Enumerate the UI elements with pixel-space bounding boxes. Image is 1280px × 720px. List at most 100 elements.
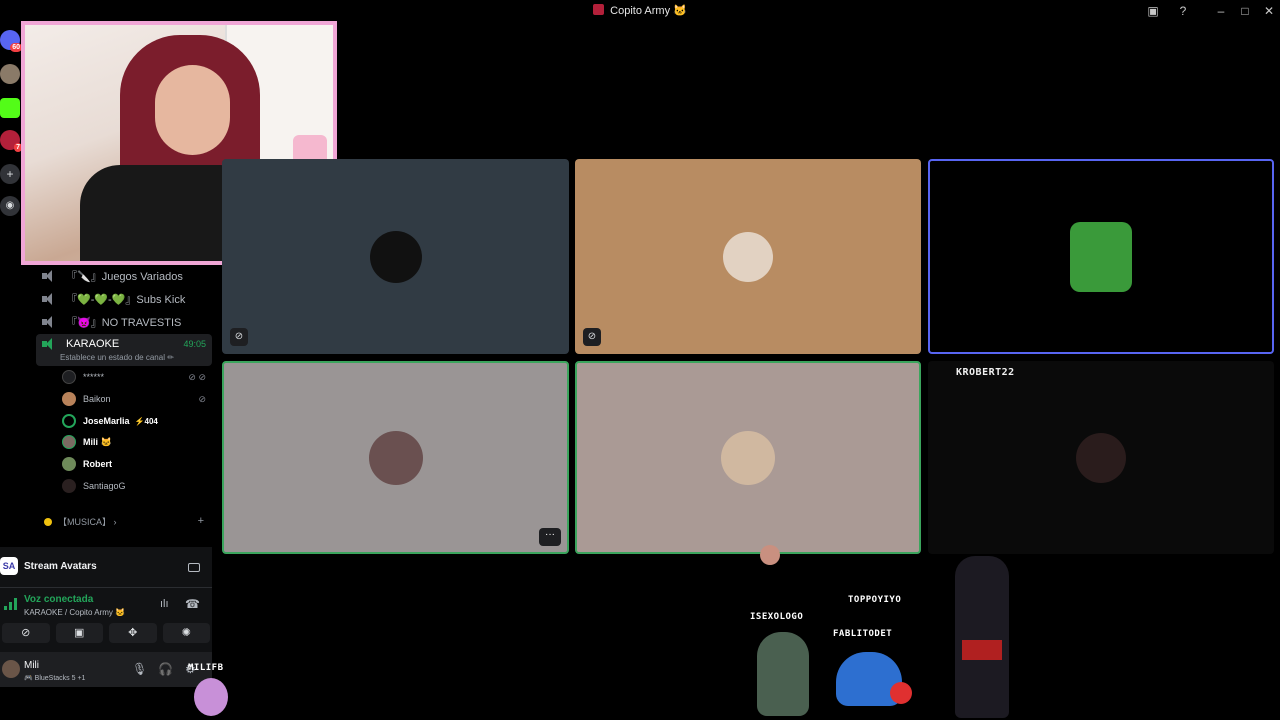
- microphone-icon[interactable]: 🎙: [132, 662, 147, 676]
- avatar: [62, 414, 76, 428]
- user-name: SantiagoG: [83, 481, 126, 491]
- disconnect-icon[interactable]: ☎: [185, 597, 200, 611]
- user-name: Robert: [83, 459, 112, 469]
- window-titlebar: Copito Army 🐱 ▣ ? – □ ✕: [0, 0, 1280, 22]
- soundboard-button[interactable]: ✺: [162, 623, 210, 643]
- explore-icon[interactable]: ◉: [0, 196, 20, 216]
- camera-off-button[interactable]: ⊘: [2, 623, 50, 643]
- voice-user[interactable]: Mili 🐱: [62, 433, 112, 451]
- channel-status[interactable]: Establece un estado de canal ✏: [60, 353, 174, 362]
- inbox-icon[interactable]: ▣: [1144, 3, 1162, 19]
- itachi-sprite: [955, 556, 1009, 718]
- share-screen-button[interactable]: ▣: [55, 623, 103, 643]
- avatar: [369, 230, 422, 283]
- user-name[interactable]: Mili: [24, 660, 39, 671]
- avatar: [62, 370, 76, 384]
- video-tile-1[interactable]: ⊘: [222, 159, 569, 354]
- server-icon-3[interactable]: 7: [0, 130, 22, 152]
- mute-icon: ⊘: [198, 394, 206, 404]
- mute-icon: ⊘: [583, 328, 601, 346]
- avatar: [62, 457, 76, 471]
- channel-label: 『👿』NO TRAVESTIS: [66, 317, 182, 329]
- voice-connected-label[interactable]: Voz conectada: [24, 594, 93, 605]
- noise-suppression-icon[interactable]: ılı: [160, 598, 169, 610]
- boost-badge: ⚡404: [134, 416, 158, 426]
- video-tile-5[interactable]: [575, 361, 921, 554]
- channel-label: 『💚-💚-💚』Subs Kick: [66, 294, 186, 306]
- more-options-button[interactable]: ···: [539, 528, 561, 546]
- window-title: Copito Army 🐱: [0, 4, 1280, 17]
- kick-username: KROBERT22: [956, 367, 1015, 378]
- avatar-name: MILIFB: [188, 663, 224, 673]
- avatar-name: TOPPOYIYO: [848, 595, 902, 605]
- kick-server-icon[interactable]: [0, 98, 20, 118]
- server-rail: 60 7 + ◉: [0, 22, 22, 222]
- user-activity: 🎮 BlueStacks 5 +1: [24, 675, 86, 682]
- discord-home-icon[interactable]: 60: [0, 30, 22, 52]
- speaker-icon: [42, 338, 56, 350]
- speaker-icon: [42, 316, 56, 328]
- category-musica[interactable]: 【MUSICA】 ›: [44, 515, 117, 528]
- speaker-icon: [42, 293, 56, 305]
- avatar: [62, 392, 76, 406]
- user-name: Baikon: [83, 394, 111, 404]
- help-icon[interactable]: ?: [1174, 3, 1192, 19]
- speaker-icon: [42, 270, 56, 282]
- voice-location[interactable]: KARAOKE / Copito Army 🐱: [24, 608, 125, 617]
- channel-timer: 49:05: [183, 339, 206, 349]
- voice-user[interactable]: SantiagoG: [62, 477, 126, 495]
- screen-share-icon[interactable]: [188, 563, 200, 572]
- voice-panel: SA Stream Avatars Voz conectada KARAOKE …: [0, 547, 212, 687]
- avatar-name: ISEXOLOGO: [750, 612, 804, 622]
- add-server-icon[interactable]: +: [0, 164, 20, 184]
- mute-icon: ⊘: [230, 328, 248, 346]
- avatar: [1076, 432, 1126, 483]
- video-tile-4[interactable]: ···: [222, 361, 569, 554]
- pixel-avatar-small: [760, 545, 780, 565]
- user-name: JoseMarlia: [83, 416, 130, 426]
- avatar: [62, 435, 76, 449]
- channel-karaoke-active[interactable]: KARAOKE 49:05 Establece un estado de can…: [36, 334, 212, 366]
- cloak-cloud: [962, 640, 1002, 660]
- headphones-icon[interactable]: 🎧: [158, 662, 173, 676]
- purple-blob-sprite: [194, 678, 228, 716]
- voice-user[interactable]: Baikon: [62, 390, 111, 408]
- voice-user[interactable]: ******: [62, 368, 104, 386]
- avatar: [721, 430, 775, 485]
- avatar: [368, 430, 423, 485]
- avatar[interactable]: [2, 660, 20, 678]
- stream-avatars-logo: SA: [0, 557, 18, 575]
- server-icon-1[interactable]: [0, 64, 20, 84]
- red-ball-sprite: [890, 682, 912, 704]
- user-name: Mili 🐱: [83, 436, 112, 447]
- maximize-button[interactable]: □: [1236, 3, 1254, 19]
- snorlax-sprite: [757, 632, 809, 716]
- channel-juegos-variados[interactable]: 『🔪』Juegos Variados: [42, 266, 212, 286]
- category-label: 【MUSICA】 ›: [58, 517, 117, 527]
- avatar-name: FABLITODET: [833, 629, 893, 639]
- avatar: [1070, 221, 1132, 292]
- video-tile-2[interactable]: ⊘: [575, 159, 921, 354]
- signal-icon: [4, 598, 18, 610]
- voice-user[interactable]: JoseMarlia ⚡404: [62, 412, 158, 430]
- category-icon: [44, 517, 52, 526]
- server-icon: [593, 4, 605, 15]
- video-tile-6[interactable]: KROBERT22: [928, 361, 1274, 554]
- minimize-button[interactable]: –: [1212, 3, 1230, 19]
- activity-label: Stream Avatars: [24, 560, 97, 572]
- avatar: [62, 479, 76, 493]
- add-channel-icon[interactable]: +: [198, 515, 204, 527]
- streamer-face: [155, 65, 230, 155]
- activities-button[interactable]: ✥: [109, 623, 157, 643]
- activity-row[interactable]: SA Stream Avatars: [0, 551, 212, 581]
- voice-action-buttons: ⊘ ▣ ✥ ✺: [0, 623, 212, 645]
- user-name: ******: [83, 372, 105, 382]
- video-tile-3[interactable]: [928, 159, 1274, 354]
- channel-subs-kick[interactable]: 『💚-💚-💚』Subs Kick: [42, 289, 212, 309]
- voice-status: Voz conectada KARAOKE / Copito Army 🐱 ıl…: [0, 587, 212, 621]
- muted-icons: ⊘ ⊘: [188, 372, 206, 382]
- channel-no-travestis[interactable]: 『👿』NO TRAVESTIS: [42, 312, 212, 332]
- channel-label: KARAOKE: [66, 338, 120, 350]
- voice-user[interactable]: Robert: [62, 455, 112, 473]
- close-button[interactable]: ✕: [1260, 3, 1278, 19]
